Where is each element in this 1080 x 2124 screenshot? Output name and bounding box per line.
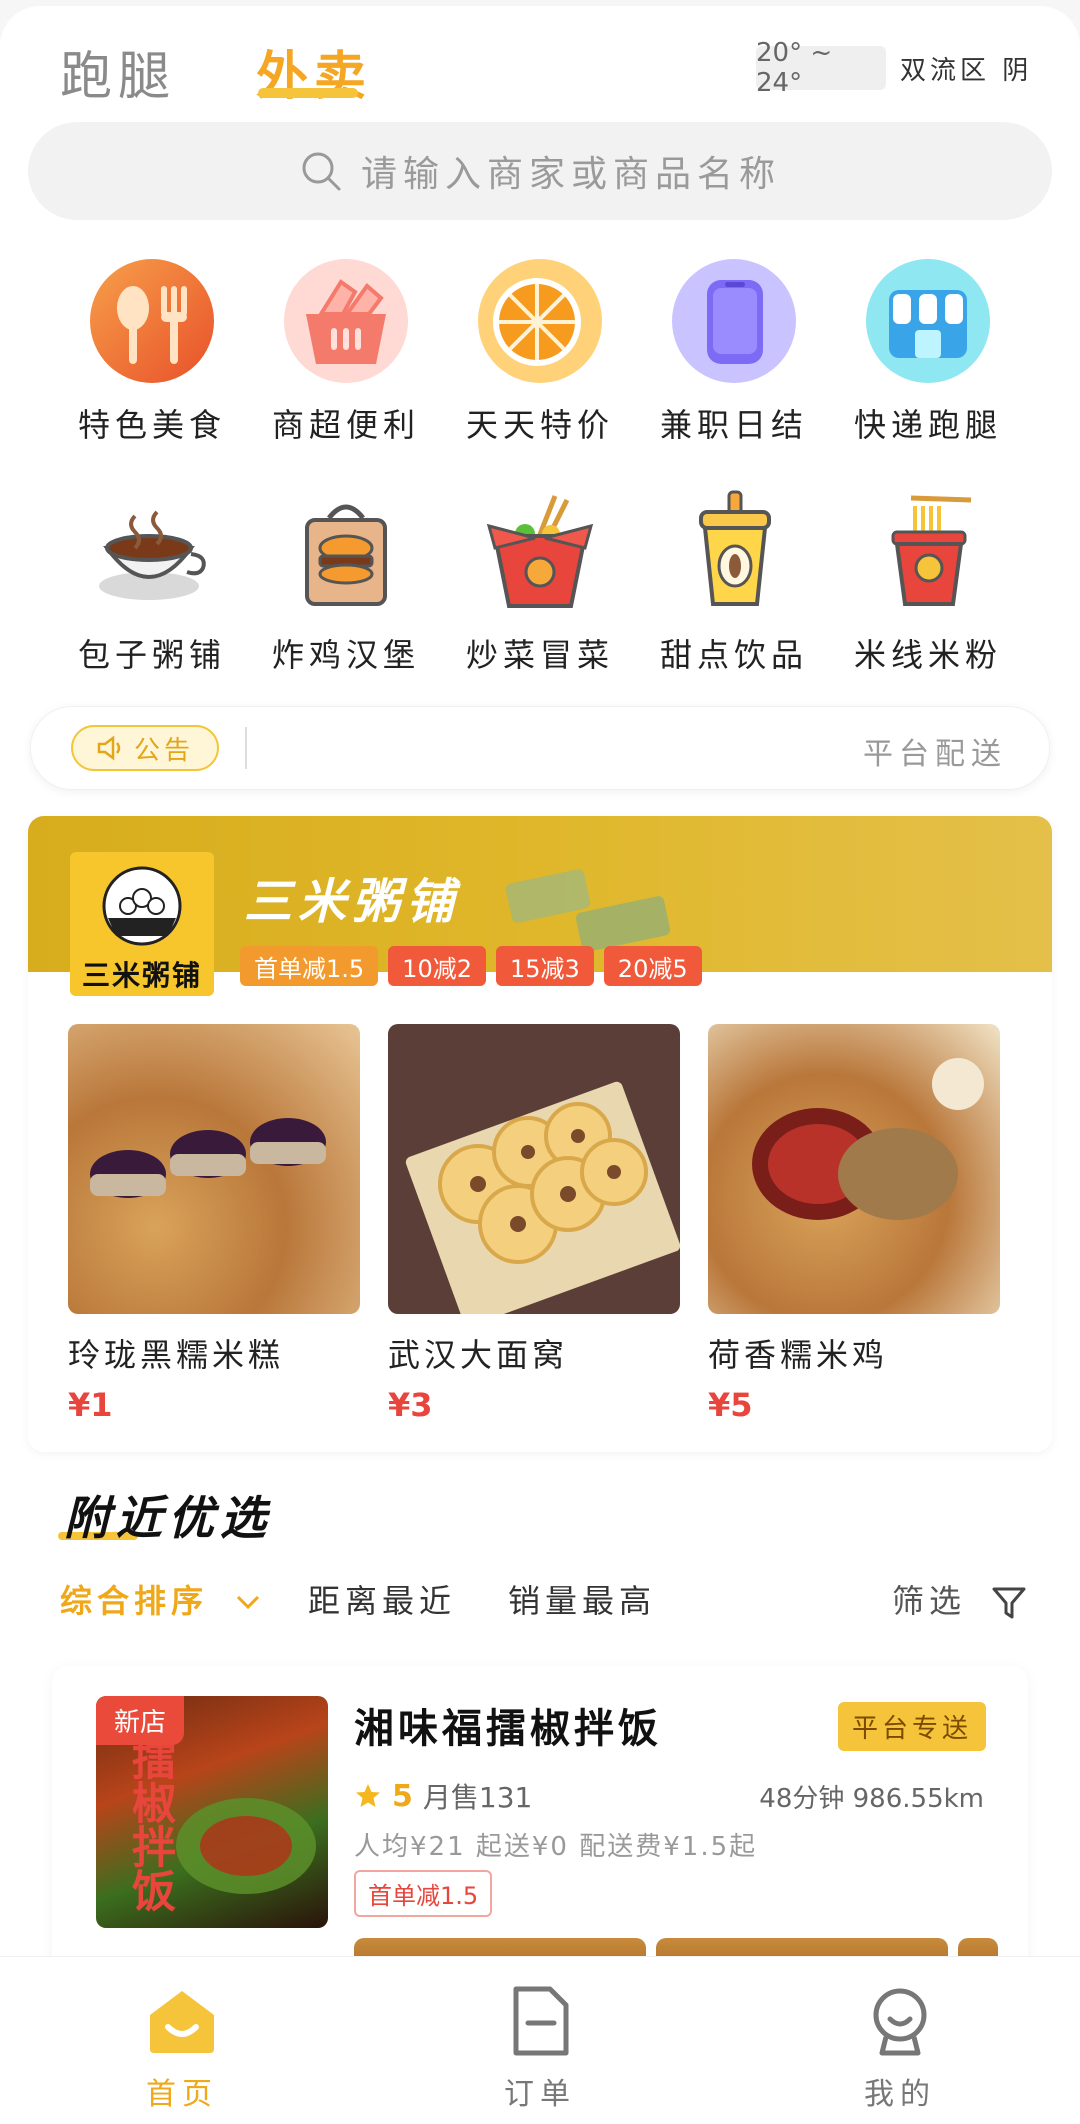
search-bar[interactable]: 请输入商家或商品名称 bbox=[28, 122, 1052, 220]
sort-nearest[interactable]: 距离最近 bbox=[308, 1576, 456, 1622]
divider bbox=[245, 727, 247, 769]
discount-tag: 15减3 bbox=[495, 946, 594, 986]
announcement-label: 公告 bbox=[133, 735, 194, 766]
store-name: 三米粥铺 bbox=[244, 874, 461, 930]
sort-label: 综合排序 bbox=[60, 1582, 209, 1620]
porridge-bowl-icon bbox=[87, 486, 217, 616]
weather-location: 双流区 阴 bbox=[900, 56, 1033, 86]
speaker-icon bbox=[97, 735, 121, 761]
category-label: 天天特价 bbox=[465, 406, 614, 444]
announcement-badge: 公告 bbox=[71, 725, 219, 771]
category-stir-fry[interactable]: 炒菜冒菜 bbox=[450, 486, 630, 676]
sort-best-selling[interactable]: 销量最高 bbox=[508, 1576, 656, 1622]
star-icon bbox=[356, 1784, 380, 1807]
store-logo-text: 三米粥铺 bbox=[81, 959, 202, 992]
shop-image: 擂椒拌饭 新店 bbox=[96, 1696, 328, 1928]
new-shop-badge: 新店 bbox=[96, 1696, 185, 1745]
announcement-bar[interactable]: 公告 平台配送 bbox=[30, 706, 1050, 790]
phone-icon bbox=[669, 256, 799, 386]
nav-orders[interactable]: 订单 bbox=[460, 1985, 620, 2113]
drink-cup-icon bbox=[669, 486, 799, 616]
category-special-food[interactable]: 特色美食 bbox=[62, 256, 242, 446]
fork-spoon-icon bbox=[87, 256, 217, 386]
monthly-sales: 月售131 bbox=[422, 1781, 533, 1814]
nav-profile[interactable]: 我的 bbox=[820, 1985, 980, 2113]
shop-rating: 5 月售131 bbox=[354, 1776, 532, 1816]
orange-icon bbox=[475, 256, 605, 386]
delivery-time-distance: 48分钟 986.55km bbox=[759, 1784, 984, 1814]
noodle-cup-icon bbox=[863, 486, 993, 616]
bottom-navigation: 首页 订单 我的 bbox=[0, 1956, 1080, 2124]
product-price: ¥1 bbox=[68, 1386, 113, 1424]
search-placeholder: 请输入商家或商品名称 bbox=[360, 154, 781, 195]
category-porridge[interactable]: 包子粥铺 bbox=[62, 486, 242, 676]
order-doc-icon bbox=[513, 1986, 569, 2056]
nav-label: 订单 bbox=[504, 2077, 576, 2112]
active-tab-indicator bbox=[258, 88, 358, 98]
discount-tag: 首单减1.5 bbox=[240, 946, 379, 986]
product-item[interactable]: 玲珑黑糯米糕 ¥1 bbox=[68, 1024, 360, 1424]
weather-temperature: 20° ~ 24° bbox=[756, 38, 886, 98]
rating-score: 5 bbox=[392, 1778, 413, 1814]
store-logo: 三米粥铺 bbox=[70, 852, 214, 996]
category-label: 甜点饮品 bbox=[659, 636, 808, 674]
coupon-tag: 首单减1.5 bbox=[354, 1870, 493, 1917]
home-icon bbox=[150, 1991, 214, 2053]
platform-delivery-badge: 平台专送 bbox=[838, 1702, 987, 1751]
category-label: 炸鸡汉堡 bbox=[271, 636, 420, 674]
nearby-section-title: 附近优选 bbox=[64, 1491, 272, 1545]
product-price: ¥3 bbox=[388, 1386, 433, 1424]
storefront-icon bbox=[863, 256, 993, 386]
nav-home[interactable]: 首页 bbox=[102, 1985, 262, 2113]
basket-icon bbox=[281, 256, 411, 386]
discount-tag: 10减2 bbox=[388, 946, 486, 986]
filter-button[interactable]: 筛选 bbox=[892, 1576, 1027, 1622]
platform-delivery-text: 平台配送 bbox=[863, 737, 1007, 772]
chevron-down-icon bbox=[237, 1595, 260, 1610]
nav-label: 首页 bbox=[146, 2077, 218, 2112]
category-label: 包子粥铺 bbox=[77, 636, 226, 674]
discount-tag: 20减5 bbox=[603, 946, 702, 986]
filter-icon bbox=[992, 1587, 1026, 1619]
category-rice-noodles[interactable]: 米线米粉 bbox=[838, 486, 1018, 676]
category-label: 特色美食 bbox=[77, 406, 226, 444]
product-image bbox=[708, 1024, 1000, 1314]
search-icon bbox=[302, 152, 341, 191]
shop-name: 湘味福擂椒拌饭 bbox=[354, 1706, 662, 1752]
burger-bag-icon bbox=[281, 486, 411, 616]
sort-comprehensive[interactable]: 综合排序 bbox=[60, 1576, 262, 1622]
category-supermarket[interactable]: 商超便利 bbox=[256, 256, 436, 446]
category-label: 快递跑腿 bbox=[853, 406, 1002, 444]
product-image bbox=[68, 1024, 360, 1314]
product-image bbox=[388, 1024, 680, 1314]
category-label: 米线米粉 bbox=[853, 636, 1002, 674]
takeout-box-icon bbox=[475, 486, 605, 616]
nav-label: 我的 bbox=[864, 2077, 936, 2112]
product-name: 玲珑黑糯米糕 bbox=[68, 1336, 285, 1374]
category-daily-deals[interactable]: 天天特价 bbox=[450, 256, 630, 446]
tab-errand[interactable]: 跑腿 bbox=[60, 34, 176, 109]
product-price: ¥5 bbox=[708, 1386, 753, 1424]
category-part-time[interactable]: 兼职日结 bbox=[644, 256, 824, 446]
product-name: 荷香糯米鸡 bbox=[708, 1336, 889, 1374]
product-item[interactable]: 武汉大面窝 ¥3 bbox=[388, 1024, 680, 1424]
shop-meta: 人均¥21 起送¥0 配送费¥1.5起 bbox=[354, 1832, 758, 1862]
category-label: 商超便利 bbox=[271, 406, 420, 444]
category-desserts[interactable]: 甜点饮品 bbox=[644, 486, 824, 676]
filter-label: 筛选 bbox=[892, 1582, 967, 1620]
category-fried-chicken[interactable]: 炸鸡汉堡 bbox=[256, 486, 436, 676]
category-express[interactable]: 快递跑腿 bbox=[838, 256, 1018, 446]
category-label: 兼职日结 bbox=[659, 406, 808, 444]
featured-store-card[interactable]: 三米粥铺 三米粥铺 首单减1.5 10减2 15减3 20减5 玲珑黑糯米糕 ¥… bbox=[28, 816, 1052, 1452]
product-item[interactable]: 荷香糯米鸡 ¥5 bbox=[708, 1024, 1000, 1424]
page: 跑腿 外卖 20° ~ 24° 双流区 阴 请输入商家或商品名称 特色美食 商超… bbox=[0, 6, 1080, 2124]
profile-icon bbox=[873, 1988, 927, 2056]
shop-card[interactable]: 擂椒拌饭 新店 湘味福擂椒拌饭 平台专送 5 月售131 48分钟 986.55… bbox=[52, 1666, 1028, 1976]
category-label: 炒菜冒菜 bbox=[465, 636, 614, 674]
store-discount-tags: 首单减1.5 10减2 15减3 20减5 bbox=[240, 946, 702, 986]
product-name: 武汉大面窝 bbox=[388, 1336, 569, 1374]
